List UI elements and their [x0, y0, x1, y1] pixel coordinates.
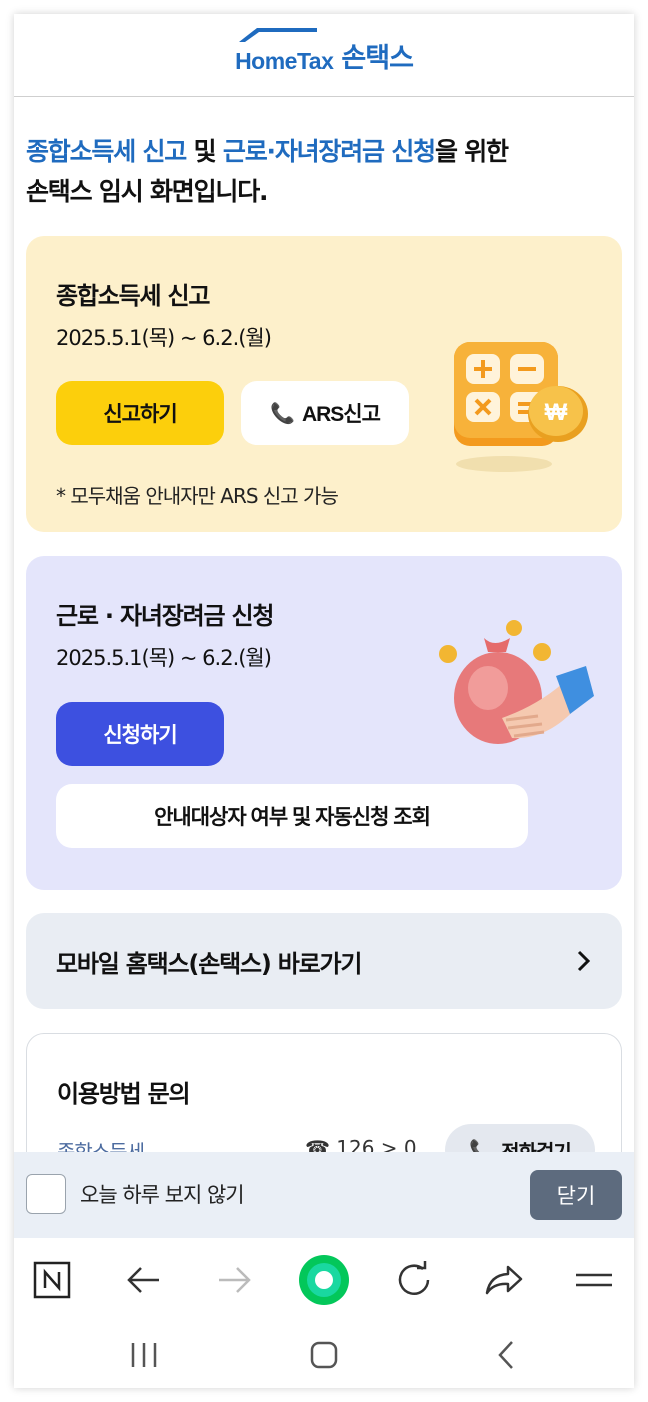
system-nav-bar	[14, 1322, 634, 1388]
intro-line2: 손택스 임시 화면입니다.	[26, 177, 269, 206]
income-tax-card: 종합소득세 신고 2025.5.1(목) ~ 6.2.(월) 신고하기 📞 AR…	[26, 236, 622, 532]
ars-note: * 모두채움 안내자만 ARS 신고 가능	[56, 484, 339, 508]
eligibility-lookup-button[interactable]: 안내대상자 여부 및 자동신청 조회	[56, 784, 528, 848]
back-button[interactable]	[114, 1250, 174, 1310]
logo-text-en: HomeTax	[235, 47, 334, 74]
popup-footer-bar: 오늘 하루 보지 않기 닫기	[14, 1152, 634, 1238]
menu-icon	[576, 1273, 612, 1287]
shortcut-label: 모바일 홈택스(손택스) 바로가기	[56, 949, 362, 978]
reload-button[interactable]	[384, 1250, 444, 1310]
intro-highlight-1: 종합소득세 신고	[26, 137, 187, 166]
home-nav-button[interactable]	[294, 1332, 354, 1378]
forward-button[interactable]	[204, 1250, 264, 1310]
mobile-hometax-shortcut[interactable]: 모바일 홈택스(손택스) 바로가기	[26, 913, 622, 1009]
naver-n-icon	[33, 1261, 71, 1299]
hometax-logo[interactable]: HomeTax 손택스	[235, 27, 414, 75]
close-popup-button[interactable]: 닫기	[530, 1170, 622, 1220]
back-icon	[498, 1341, 513, 1369]
naver-n-button[interactable]	[22, 1250, 82, 1310]
calculator-coin-icon: ₩	[454, 342, 588, 472]
dont-show-today-label: 오늘 하루 보지 않기	[80, 1183, 245, 1207]
reload-icon	[398, 1261, 430, 1295]
income-tax-title: 종합소득세 신고	[56, 282, 211, 310]
incentive-card: 근로 · 자녀장려금 신청 2025.5.1(목) ~ 6.2.(월) 신청하기…	[26, 556, 622, 890]
intro-text: 종합소득세 신고 및 근로·자녀장려금 신청을 위한 손택스 임시 화면입니다.	[26, 132, 626, 212]
back-arrow-icon	[127, 1267, 159, 1293]
recent-apps-icon	[131, 1343, 157, 1367]
apply-incentive-button[interactable]: 신청하기	[56, 702, 224, 766]
page-frame: HomeTax 손택스 종합소득세 신고 및 근로·자녀장려금 신청을 위한 손…	[14, 14, 634, 1388]
inquiry-title: 이용방법 문의	[57, 1080, 191, 1108]
file-return-button[interactable]: 신고하기	[56, 381, 224, 445]
site-header: HomeTax 손택스	[14, 14, 634, 97]
dont-show-today-checkbox[interactable]: 오늘 하루 보지 않기	[26, 1174, 245, 1214]
roof-icon	[239, 27, 318, 42]
incentive-title: 근로 · 자녀장려금 신청	[56, 602, 275, 630]
checkbox-box[interactable]	[26, 1174, 66, 1214]
incentive-period: 2025.5.1(목) ~ 6.2.(월)	[56, 646, 272, 670]
menu-button[interactable]	[564, 1250, 624, 1310]
share-icon	[485, 1265, 523, 1295]
share-button[interactable]	[474, 1250, 534, 1310]
naver-green-icon	[299, 1255, 349, 1305]
ars-filing-button[interactable]: 📞 ARS신고	[241, 381, 409, 445]
chevron-right-icon	[577, 950, 591, 972]
back-nav-button[interactable]	[476, 1332, 536, 1378]
money-bag-hand-icon	[439, 620, 594, 744]
home-icon	[310, 1341, 338, 1369]
intro-suffix: 을 위한	[434, 137, 509, 166]
intro-highlight-2: 근로·자녀장려금 신청	[222, 137, 436, 166]
intro-connector: 및	[186, 137, 223, 166]
recent-apps-button[interactable]	[114, 1332, 174, 1378]
ars-filing-label: ARS신고	[301, 403, 381, 426]
income-tax-period: 2025.5.1(목) ~ 6.2.(월)	[56, 326, 272, 350]
browser-toolbar	[14, 1238, 634, 1322]
naver-green-button[interactable]	[294, 1250, 354, 1310]
forward-arrow-icon	[219, 1267, 251, 1293]
svg-text:₩: ₩	[545, 399, 568, 426]
phone-icon: 📞	[270, 402, 295, 425]
